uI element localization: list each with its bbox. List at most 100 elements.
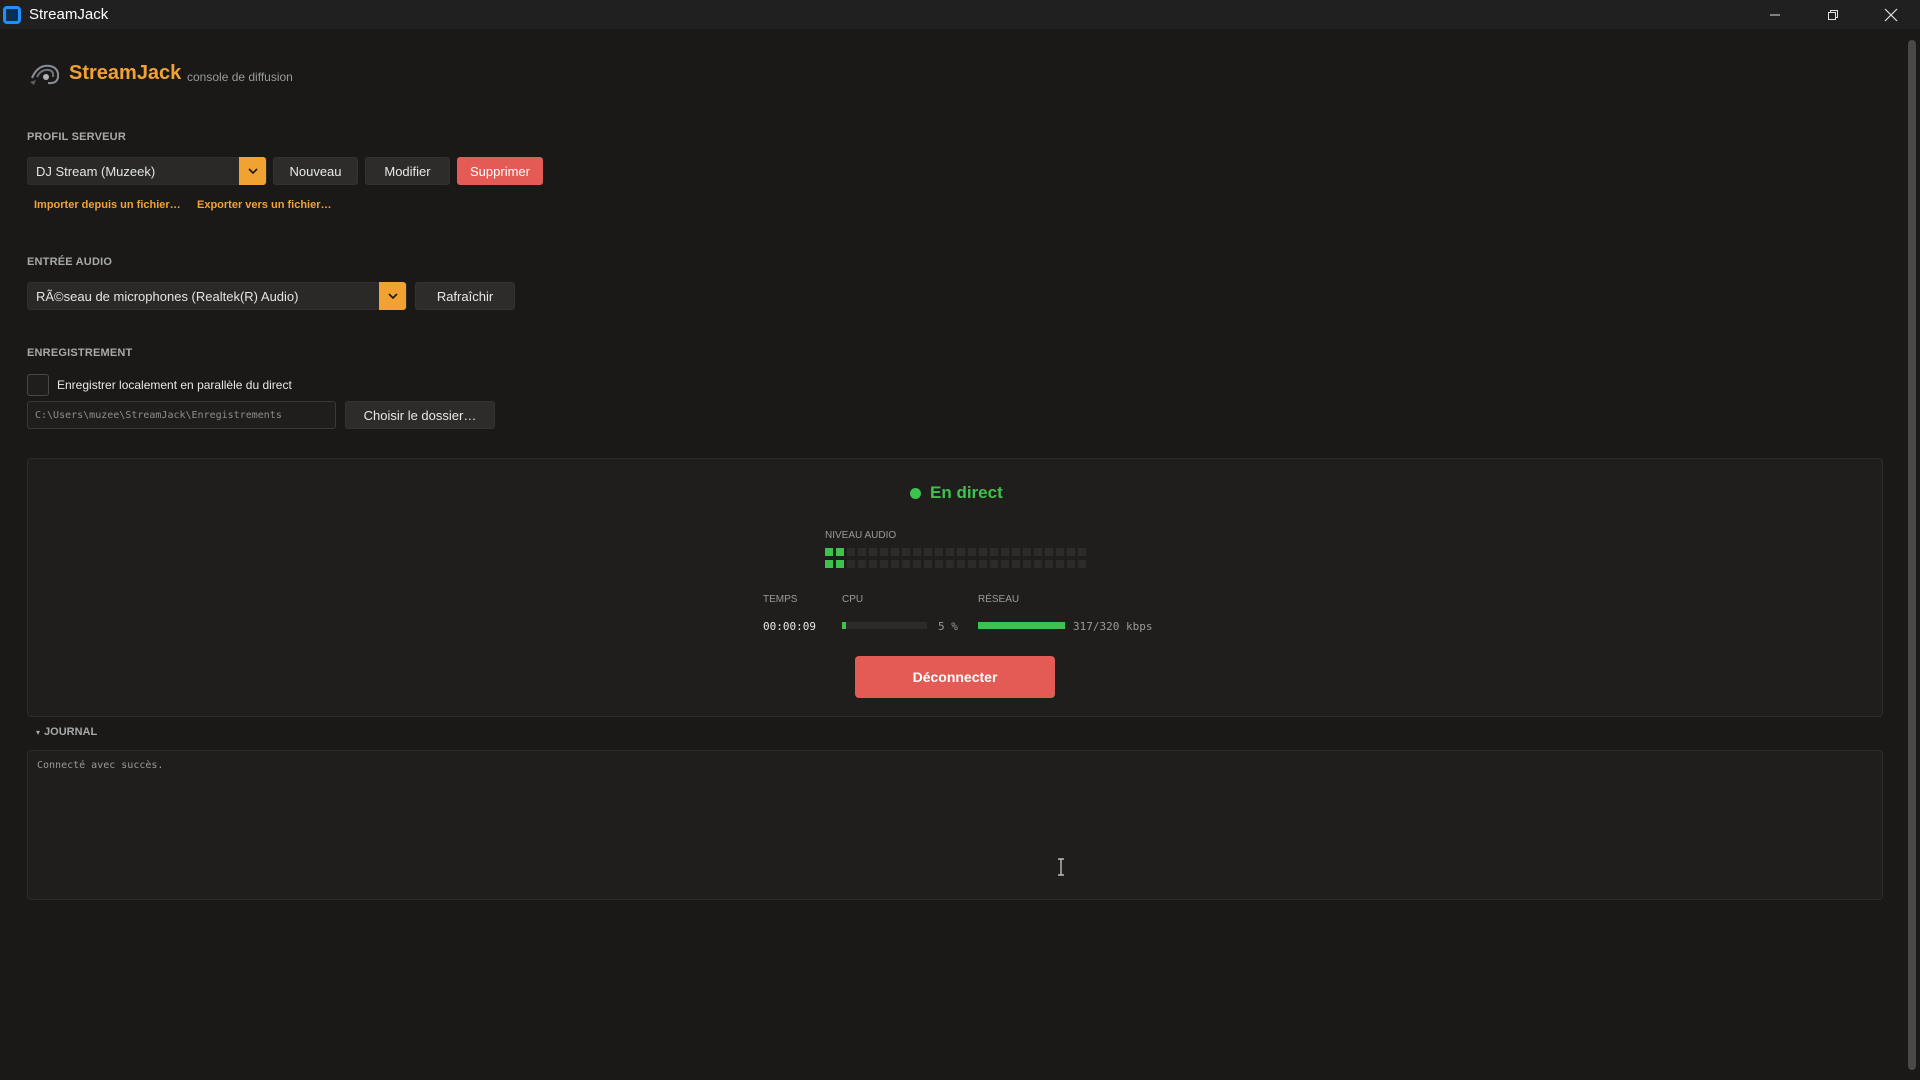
audio-input-select[interactable]: RÃ©seau de microphones (Realtek(R) Audio… xyxy=(27,282,407,310)
journal-line: Connecté avec succès. xyxy=(37,760,164,771)
meter-segment xyxy=(1067,560,1075,568)
meter-segment xyxy=(1023,548,1031,556)
title-bar: StreamJack xyxy=(0,0,1920,29)
meter-segment xyxy=(825,548,833,556)
meter-segment xyxy=(924,560,932,568)
server-profile-select[interactable]: DJ Stream (Muzeek) xyxy=(27,157,267,185)
meter-segment xyxy=(880,560,888,568)
live-status: En direct xyxy=(910,483,1003,503)
network-label: RÉSEAU xyxy=(978,594,1020,605)
meter-segment xyxy=(891,548,899,556)
meter-segment xyxy=(1056,548,1064,556)
meter-segment xyxy=(869,548,877,556)
logo-icon xyxy=(30,64,60,85)
meter-segment xyxy=(946,548,954,556)
meter-segment xyxy=(1078,560,1086,568)
record-locally-checkbox[interactable] xyxy=(27,374,49,396)
new-profile-button[interactable]: Nouveau xyxy=(273,157,358,185)
audio-level-label: NIVEAU AUDIO xyxy=(825,530,897,541)
meter-segment xyxy=(891,560,899,568)
meter-segment xyxy=(880,548,888,556)
refresh-button[interactable]: Rafraîchir xyxy=(415,282,515,310)
meter-segment xyxy=(847,548,855,556)
meter-segment xyxy=(913,560,921,568)
meter-segment xyxy=(858,548,866,556)
audio-input-value: RÃ©seau de microphones (Realtek(R) Audio… xyxy=(36,288,299,304)
meter-segment xyxy=(836,560,844,568)
edit-profile-button[interactable]: Modifier xyxy=(365,157,450,185)
meter-segment xyxy=(1012,548,1020,556)
journal-toggle[interactable]: ▾ JOURNAL xyxy=(36,726,97,738)
meter-segment xyxy=(847,560,855,568)
meter-segment xyxy=(935,560,943,568)
cpu-label: CPU xyxy=(842,594,864,605)
meter-segment xyxy=(1001,560,1009,568)
close-button[interactable] xyxy=(1862,0,1920,29)
meter-segment xyxy=(957,560,965,568)
meter-segment xyxy=(1034,560,1042,568)
journal-log[interactable] xyxy=(27,750,1883,900)
meter-segment xyxy=(1034,548,1042,556)
cpu-bar xyxy=(842,622,927,629)
cpu-value: 5 % xyxy=(938,620,958,633)
meter-segment xyxy=(858,560,866,568)
window-title: StreamJack xyxy=(29,6,109,23)
meter-segment xyxy=(1045,548,1053,556)
delete-profile-button[interactable]: Supprimer xyxy=(457,157,543,185)
meter-segment xyxy=(902,560,910,568)
meter-segment xyxy=(935,548,943,556)
recording-label: ENREGISTREMENT xyxy=(27,347,133,359)
live-status-dot xyxy=(910,487,921,499)
scrollbar[interactable] xyxy=(1908,40,1916,1070)
server-profile-value: DJ Stream (Muzeek) xyxy=(36,163,156,179)
meter-segment xyxy=(979,548,987,556)
network-bar-fill xyxy=(978,622,1066,629)
meter-segment xyxy=(1001,548,1009,556)
minimize-button[interactable] xyxy=(1746,0,1804,29)
meter-segment xyxy=(1045,560,1053,568)
recording-path-input[interactable]: C:\Users\muzee\StreamJack\Enregistrement… xyxy=(27,401,336,429)
server-profile-label: PROFIL SERVEUR xyxy=(27,131,126,143)
export-link[interactable]: Exporter vers un fichier… xyxy=(197,199,332,211)
meter-segment xyxy=(902,548,910,556)
meter-segment xyxy=(1067,548,1075,556)
app-icon xyxy=(3,5,21,24)
cpu-bar-fill xyxy=(842,622,847,629)
meter-segment xyxy=(836,548,844,556)
meter-segment xyxy=(825,560,833,568)
meter-segment xyxy=(946,560,954,568)
meter-segment xyxy=(979,560,987,568)
time-label: TEMPS xyxy=(763,594,798,605)
meter-segment xyxy=(990,548,998,556)
meter-segment xyxy=(968,560,976,568)
restore-icon xyxy=(1828,9,1838,20)
meter-segment xyxy=(968,548,976,556)
minimize-icon xyxy=(1770,14,1780,15)
meter-segment xyxy=(1078,548,1086,556)
record-locally-label: Enregistrer localement en parallèle du d… xyxy=(57,378,292,392)
audio-level-meter xyxy=(825,548,1086,568)
brand-name: StreamJack xyxy=(69,62,182,84)
network-value: 317/320 kbps xyxy=(1073,620,1153,633)
choose-folder-button[interactable]: Choisir le dossier… xyxy=(345,401,495,429)
meter-segment xyxy=(957,548,965,556)
caret-down-icon: ▾ xyxy=(36,727,41,737)
disconnect-button[interactable]: Déconnecter xyxy=(855,656,1055,698)
meter-segment xyxy=(990,560,998,568)
meter-segment xyxy=(1056,560,1064,568)
meter-segment xyxy=(869,560,877,568)
close-icon xyxy=(1884,8,1898,21)
meter-segment xyxy=(924,548,932,556)
live-status-text: En direct xyxy=(930,483,1003,502)
journal-label: JOURNAL xyxy=(44,726,98,738)
chevron-down-icon[interactable] xyxy=(239,157,266,185)
meter-segment xyxy=(913,548,921,556)
window-controls xyxy=(1746,0,1920,29)
import-link[interactable]: Importer depuis un fichier… xyxy=(34,199,181,211)
chevron-down-icon[interactable] xyxy=(379,282,406,310)
restore-button[interactable] xyxy=(1804,0,1862,29)
audio-input-label: ENTRÉE AUDIO xyxy=(27,256,113,268)
meter-segment xyxy=(1023,560,1031,568)
time-value: 00:00:09 xyxy=(763,620,816,633)
meter-segment xyxy=(1012,560,1020,568)
